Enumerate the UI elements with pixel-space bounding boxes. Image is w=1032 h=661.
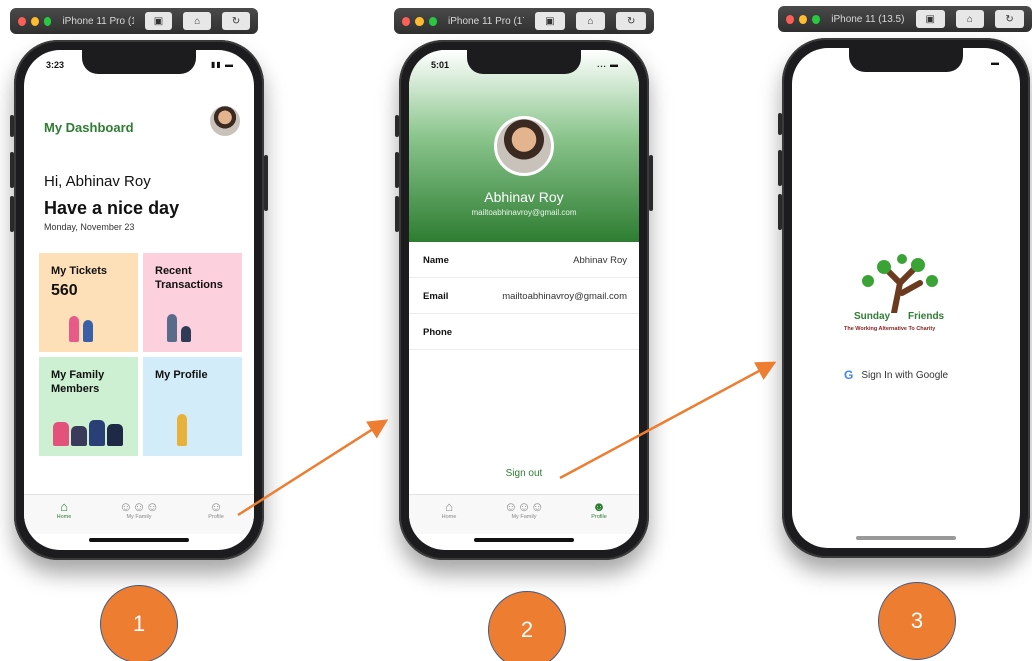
flow-arrows — [237, 361, 777, 517]
step-badge-2: 2 — [488, 591, 566, 661]
status-icons: ▮▮ ▬ — [210, 60, 234, 69]
status-icons: ▬ — [991, 58, 1000, 67]
notch — [849, 48, 963, 72]
status-time: 3:23 — [46, 60, 65, 70]
arrow-1-to-2 — [237, 419, 389, 517]
step-badge-1: 1 — [100, 585, 178, 661]
notch — [467, 50, 581, 74]
step-badge-3: 3 — [878, 582, 956, 660]
notch — [82, 50, 196, 74]
status-time: 5:01 — [431, 60, 450, 70]
status-icons: ... ▬ — [597, 60, 619, 69]
arrow-2-to-3 — [559, 361, 777, 480]
